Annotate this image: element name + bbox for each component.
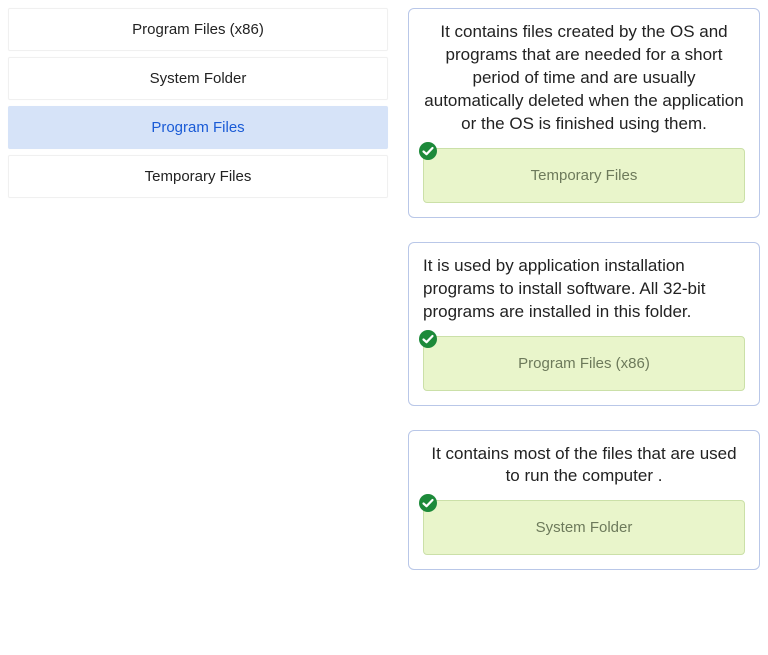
option-program-files[interactable]: Program Files — [8, 106, 388, 149]
drop-slot[interactable]: Program Files (x86) — [423, 336, 745, 391]
dropzones-column: It contains files created by the OS and … — [408, 8, 760, 647]
slot-answer: System Folder — [536, 519, 633, 536]
check-icon — [418, 493, 438, 513]
option-program-files-x86[interactable]: Program Files (x86) — [8, 8, 388, 51]
card-description: It contains files created by the OS and … — [423, 21, 745, 136]
option-system-folder[interactable]: System Folder — [8, 57, 388, 100]
card-description: It contains most of the files that are u… — [423, 443, 745, 489]
slot-answer: Temporary Files — [531, 167, 638, 184]
drop-slot[interactable]: System Folder — [423, 500, 745, 555]
slot-answer: Program Files (x86) — [518, 355, 650, 372]
card-description: It is used by application installation p… — [423, 255, 745, 324]
option-temporary-files[interactable]: Temporary Files — [8, 155, 388, 198]
check-icon — [418, 329, 438, 349]
drop-slot[interactable]: Temporary Files — [423, 148, 745, 203]
options-list: Program Files (x86) System Folder Progra… — [8, 8, 388, 647]
card-system-folder: It contains most of the files that are u… — [408, 430, 760, 571]
card-program-files-x86: It is used by application installation p… — [408, 242, 760, 406]
card-temporary-files: It contains files created by the OS and … — [408, 8, 760, 218]
check-icon — [418, 141, 438, 161]
